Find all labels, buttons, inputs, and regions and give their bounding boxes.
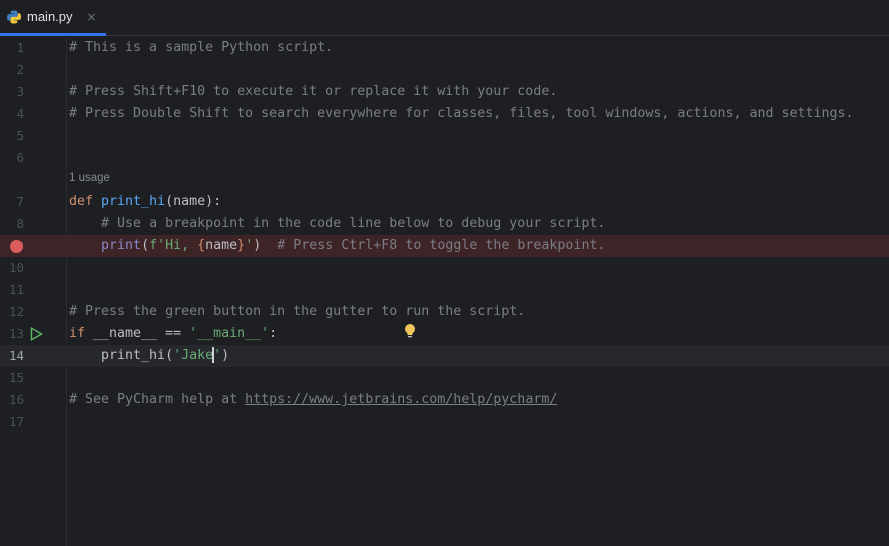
code-token: name <box>205 238 238 253</box>
code-token: print_hi( <box>69 348 174 363</box>
code-token: ' <box>245 238 254 253</box>
line-number[interactable]: 4 <box>0 103 24 125</box>
lightbulb-icon[interactable] <box>404 323 416 339</box>
code-line[interactable]: 7 def print_hi(name): <box>0 191 889 213</box>
code-token: # Use a breakpoint in the code line belo… <box>101 216 606 231</box>
usage-hint[interactable]: 1 usage <box>69 172 110 184</box>
code-token: # This is a sample Python script. <box>69 40 334 55</box>
code-token: def <box>69 194 102 209</box>
breakpoint-icon[interactable] <box>10 240 23 253</box>
line-number[interactable]: 6 <box>0 147 24 169</box>
code-text: print(f'Hi, {name}') # Press Ctrl+F8 to … <box>69 235 605 257</box>
code-line[interactable]: 4 # Press Double Shift to search everywhe… <box>0 103 889 125</box>
close-tab-icon[interactable]: × <box>87 10 97 24</box>
tab-label: main.py <box>27 9 73 24</box>
code-token: } <box>237 238 246 253</box>
line-number[interactable]: 2 <box>0 59 24 81</box>
code-token: ) <box>253 238 278 253</box>
code-line[interactable]: 10 <box>0 257 889 279</box>
code-line[interactable]: 8 # Use a breakpoint in the code line be… <box>0 213 889 235</box>
help-link[interactable]: https://www.jetbrains.com/help/pycharm/ <box>245 392 557 407</box>
python-icon <box>7 10 21 23</box>
code-text: # Use a breakpoint in the code line belo… <box>69 213 605 235</box>
code-token: ( <box>141 238 150 253</box>
code-token: ' <box>213 348 222 363</box>
code-token: print <box>101 238 142 253</box>
code-token: print_hi <box>101 194 166 209</box>
code-line[interactable]: 14 print_hi('Jake') <box>0 345 889 367</box>
line-number[interactable]: 5 <box>0 125 24 147</box>
code-line[interactable]: 16 # See PyCharm help at https://www.jetb… <box>0 389 889 411</box>
code-token: f'Hi, <box>149 238 198 253</box>
code-line[interactable]: 11 <box>0 279 889 301</box>
code-text: # See PyCharm help at https://www.jetbra… <box>69 389 557 411</box>
code-line[interactable]: 15 <box>0 367 889 389</box>
code-text: # Press Shift+F10 to execute it or repla… <box>69 81 557 103</box>
line-number[interactable]: 13 <box>0 323 24 345</box>
code-line[interactable]: 3 # Press Shift+F10 to execute it or repl… <box>0 81 889 103</box>
code-line[interactable]: 9 print(f'Hi, {name}') # Press Ctrl+F8 t… <box>0 235 889 257</box>
code-token: if <box>69 326 94 341</box>
line-number[interactable]: 11 <box>0 279 24 301</box>
code-token: # Press the green button in the gutter t… <box>69 304 526 319</box>
code-token: # Press Double Shift to search everywher… <box>69 106 854 121</box>
code-line[interactable]: 6 <box>0 147 889 169</box>
editor-tab-bar: main.py × <box>0 0 889 36</box>
line-number[interactable]: 17 <box>0 411 24 433</box>
code-line[interactable]: 1 # This is a sample Python script. <box>0 37 889 59</box>
code-token: ) <box>221 348 230 363</box>
code-text: if __name__ == '__main__': <box>69 323 277 345</box>
line-number[interactable]: 10 <box>0 257 24 279</box>
code-token: (name): <box>165 194 222 209</box>
code-token: # Press Ctrl+F8 to toggle the breakpoint… <box>277 238 606 253</box>
line-number[interactable]: 1 <box>0 37 24 59</box>
code-token: { <box>197 238 206 253</box>
line-number[interactable]: 16 <box>0 389 24 411</box>
code-line[interactable]: 13 if __name__ == '__main__': <box>0 323 889 345</box>
line-number[interactable]: 7 <box>0 191 24 213</box>
code-token: __name__ == <box>93 326 190 341</box>
code-text: # Press the green button in the gutter t… <box>69 301 525 323</box>
line-number[interactable]: 8 <box>0 213 24 235</box>
line-number[interactable]: 12 <box>0 301 24 323</box>
line-number[interactable]: 15 <box>0 367 24 389</box>
code-line[interactable]: 17 <box>0 411 889 433</box>
code-token: # See PyCharm help at <box>69 392 246 407</box>
tab-main-py[interactable]: main.py × <box>0 0 106 36</box>
code-token: : <box>269 326 278 341</box>
line-number[interactable]: 3 <box>0 81 24 103</box>
code-token: # Press Shift+F10 to execute it or repla… <box>69 84 558 99</box>
code-text: print_hi('Jake') <box>69 345 229 367</box>
code-line[interactable]: 12 # Press the green button in the gutter… <box>0 301 889 323</box>
code-text: # This is a sample Python script. <box>69 37 333 59</box>
code-text: def print_hi(name): <box>69 191 221 213</box>
code-line[interactable]: 5 <box>0 125 889 147</box>
line-number[interactable]: 14 <box>0 345 24 367</box>
run-icon[interactable] <box>30 327 43 341</box>
code-token: 'Jake <box>173 348 214 363</box>
code-line[interactable]: 2 <box>0 59 889 81</box>
code-token: '__main__' <box>189 326 270 341</box>
code-text: # Press Double Shift to search everywher… <box>69 103 854 125</box>
